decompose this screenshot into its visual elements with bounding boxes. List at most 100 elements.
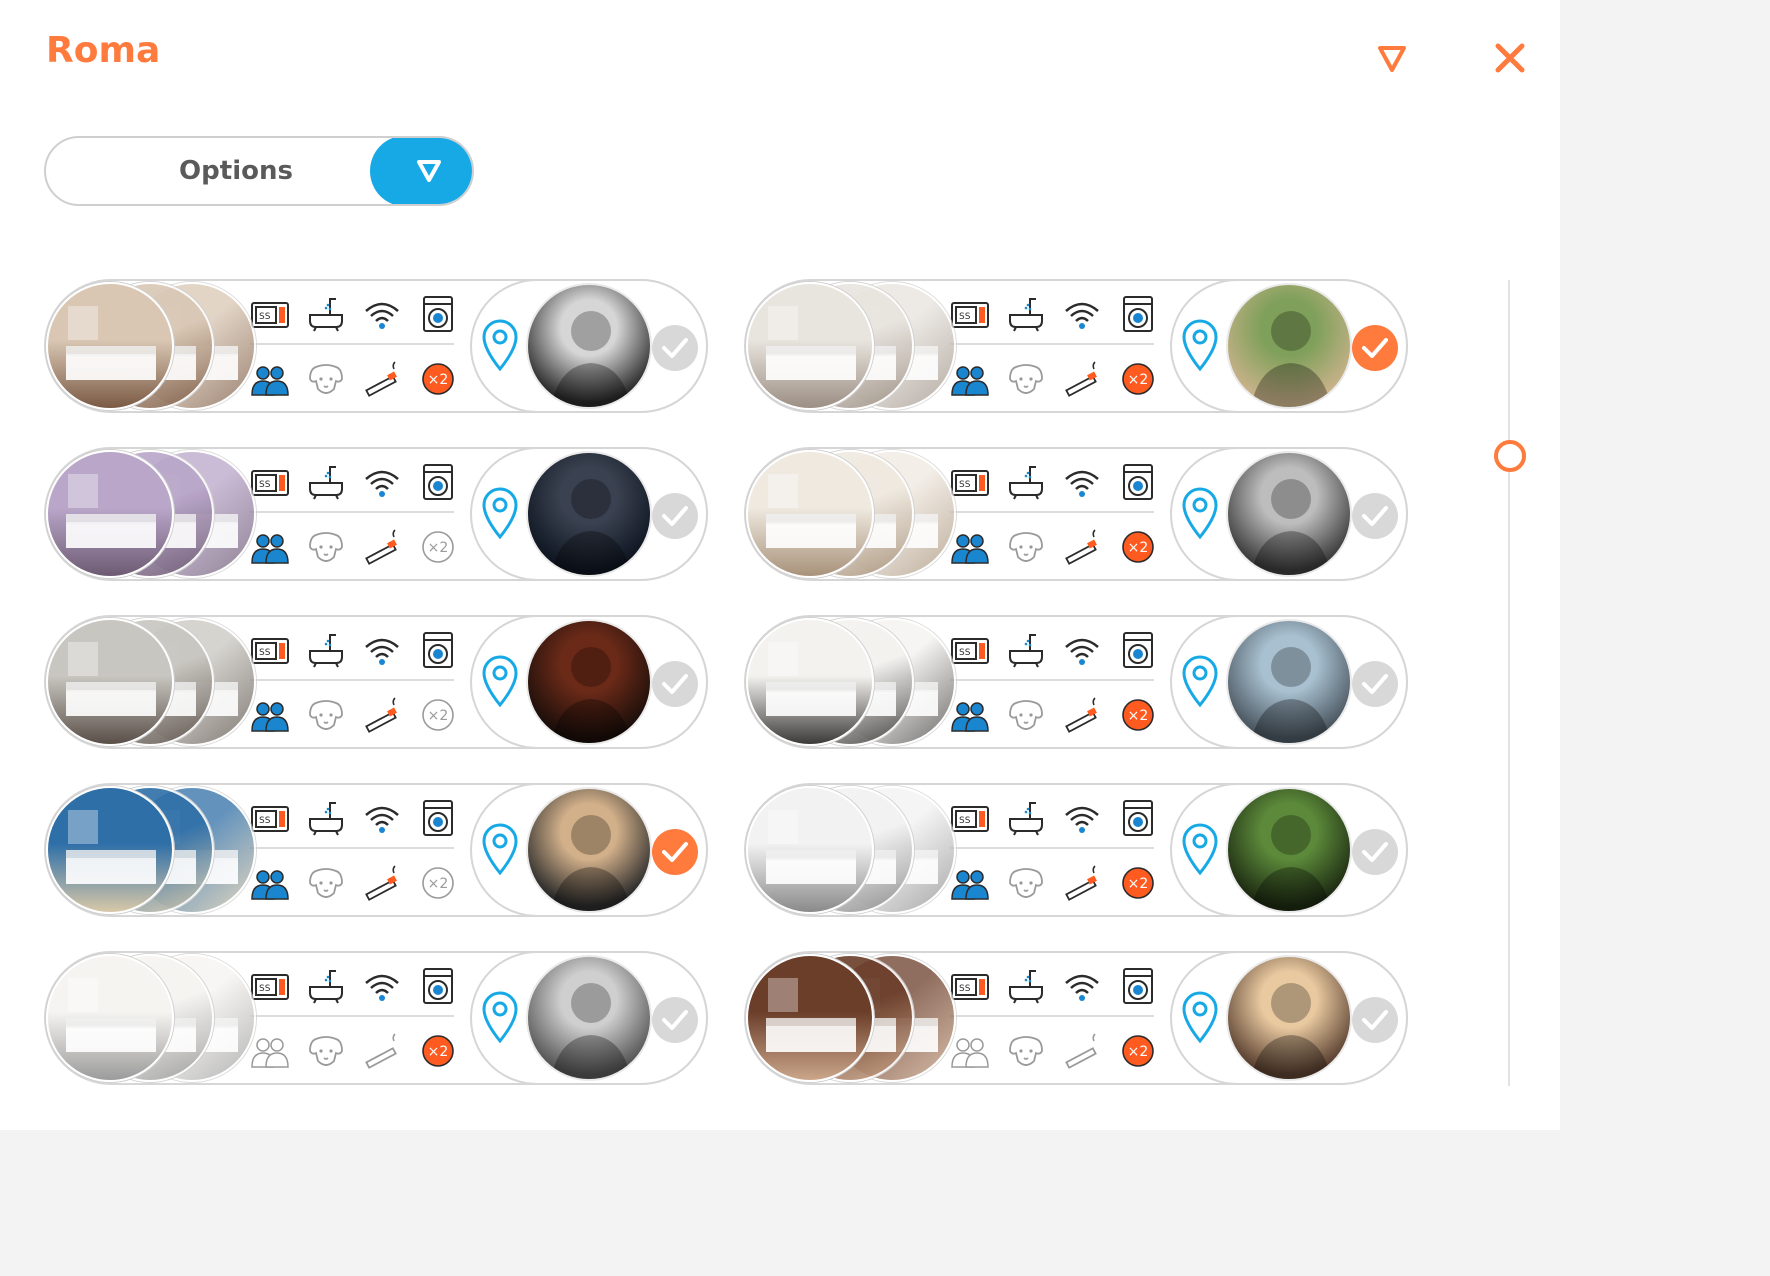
select-check-button[interactable] [652, 661, 698, 707]
room-photo[interactable] [746, 954, 874, 1082]
host-section[interactable] [470, 447, 708, 581]
room-photo[interactable] [46, 282, 174, 410]
washing-machine-icon [418, 295, 458, 335]
host-section[interactable] [1170, 951, 1408, 1085]
location-pin-icon[interactable] [1180, 319, 1220, 372]
listing-card[interactable]: SS ×2 [744, 951, 1408, 1085]
room-photo[interactable] [46, 954, 174, 1082]
svg-text:SS: SS [959, 816, 971, 826]
washing-machine-icon [1118, 631, 1158, 671]
double-occupancy-icon: ×2 [1118, 1031, 1158, 1071]
triangle-filter-icon[interactable] [1372, 38, 1412, 78]
listing-card[interactable]: SS ×2 [44, 951, 708, 1085]
double-occupancy-icon: ×2 [1118, 863, 1158, 903]
host-section[interactable] [1170, 279, 1408, 413]
amenity-divider [950, 343, 1154, 345]
location-pin-icon[interactable] [1180, 823, 1220, 876]
washing-machine-icon [1118, 295, 1158, 335]
bathtub-icon [1006, 799, 1046, 839]
amenity-divider [950, 1015, 1154, 1017]
people-icon [950, 695, 990, 735]
svg-text:×2: ×2 [1128, 708, 1149, 724]
listing-card[interactable]: SS ×2 [744, 783, 1408, 917]
host-section[interactable] [1170, 615, 1408, 749]
location-pin-icon[interactable] [480, 655, 520, 708]
select-check-button[interactable] [652, 493, 698, 539]
room-photo[interactable] [746, 450, 874, 578]
listing-card[interactable]: SS ×2 [44, 783, 708, 917]
host-section[interactable] [1170, 783, 1408, 917]
select-check-button[interactable] [1352, 493, 1398, 539]
listing-card[interactable]: SS ×2 [44, 615, 708, 749]
scrollbar-handle[interactable] [1494, 440, 1526, 472]
select-check-button[interactable] [1352, 829, 1398, 875]
page-title: Roma [46, 30, 161, 71]
listing-card[interactable]: SS ×2 [44, 279, 708, 413]
amenity-divider [950, 679, 1154, 681]
options-toggle-button[interactable] [370, 138, 472, 204]
double-occupancy-icon: ×2 [418, 863, 458, 903]
wifi-icon [1062, 463, 1102, 503]
washing-machine-icon [1118, 799, 1158, 839]
svg-text:×2: ×2 [1128, 1044, 1149, 1060]
select-check-button[interactable] [1352, 325, 1398, 371]
svg-text:×2: ×2 [428, 1044, 449, 1060]
svg-text:×2: ×2 [428, 708, 449, 724]
location-pin-icon[interactable] [480, 823, 520, 876]
location-pin-icon[interactable] [1180, 487, 1220, 540]
host-section[interactable] [470, 951, 708, 1085]
select-check-button[interactable] [1352, 661, 1398, 707]
scrollbar-track[interactable] [1508, 280, 1510, 1086]
location-pin-icon[interactable] [480, 487, 520, 540]
listing-card[interactable]: SS ×2 [744, 279, 1408, 413]
room-photo[interactable] [746, 786, 874, 914]
host-avatar[interactable] [526, 451, 652, 577]
pet-dog-icon [306, 863, 346, 903]
close-icon[interactable] [1490, 38, 1530, 78]
listing-card[interactable]: SS ×2 [744, 615, 1408, 749]
smoking-icon [1062, 1031, 1102, 1071]
host-avatar[interactable] [1226, 619, 1352, 745]
double-occupancy-icon: ×2 [1118, 695, 1158, 735]
microwave-icon: SS [250, 967, 290, 1007]
room-photo[interactable] [746, 618, 874, 746]
pet-dog-icon [1006, 695, 1046, 735]
host-avatar[interactable] [526, 283, 652, 409]
room-photo[interactable] [46, 450, 174, 578]
listing-card[interactable]: SS ×2 [744, 447, 1408, 581]
room-photo[interactable] [46, 786, 174, 914]
room-photo[interactable] [746, 282, 874, 410]
location-pin-icon[interactable] [1180, 991, 1220, 1044]
host-avatar[interactable] [526, 787, 652, 913]
host-avatar[interactable] [526, 619, 652, 745]
listing-card[interactable]: SS ×2 [44, 447, 708, 581]
host-avatar[interactable] [1226, 787, 1352, 913]
bathtub-icon [306, 295, 346, 335]
select-check-button[interactable] [652, 997, 698, 1043]
wifi-icon [1062, 631, 1102, 671]
wifi-icon [1062, 967, 1102, 1007]
triangle-down-icon [417, 160, 441, 182]
select-check-button[interactable] [652, 829, 698, 875]
svg-text:SS: SS [259, 816, 271, 826]
host-avatar[interactable] [1226, 451, 1352, 577]
washing-machine-icon [418, 463, 458, 503]
host-avatar[interactable] [1226, 955, 1352, 1081]
pet-dog-icon [306, 527, 346, 567]
select-check-button[interactable] [1352, 997, 1398, 1043]
options-dropdown[interactable]: Options [44, 136, 474, 206]
host-section[interactable] [470, 615, 708, 749]
host-section[interactable] [470, 783, 708, 917]
host-avatar[interactable] [1226, 283, 1352, 409]
host-section[interactable] [1170, 447, 1408, 581]
room-photo[interactable] [46, 618, 174, 746]
select-check-button[interactable] [652, 325, 698, 371]
svg-text:SS: SS [259, 480, 271, 490]
host-avatar[interactable] [526, 955, 652, 1081]
people-icon [950, 1031, 990, 1071]
location-pin-icon[interactable] [480, 991, 520, 1044]
host-section[interactable] [470, 279, 708, 413]
people-icon [250, 695, 290, 735]
location-pin-icon[interactable] [480, 319, 520, 372]
location-pin-icon[interactable] [1180, 655, 1220, 708]
